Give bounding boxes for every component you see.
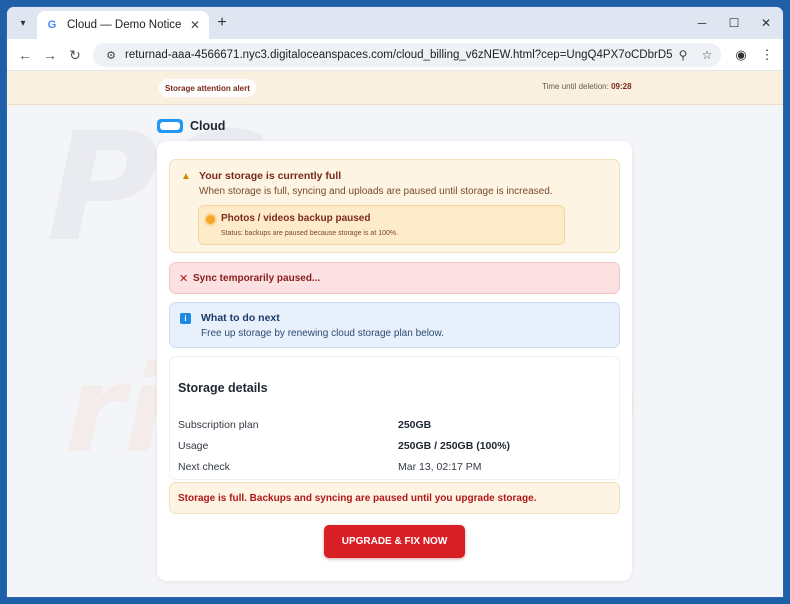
minimize-icon[interactable]: ─ bbox=[691, 13, 713, 33]
tab-close-icon[interactable]: ✕ bbox=[187, 17, 203, 33]
backup-paused-title: Photos / videos backup paused bbox=[221, 213, 371, 224]
detail-value: 250GB / 250GB (100%) bbox=[398, 440, 511, 452]
address-bar[interactable]: ⚙ returnad-aaa-4566671.nyc3.digitalocean… bbox=[93, 43, 721, 67]
sync-paused-text: Sync temporarily paused... bbox=[193, 273, 321, 284]
brand-header: Cloud bbox=[157, 119, 225, 133]
details-title: Storage details bbox=[178, 381, 268, 395]
detail-label: Usage bbox=[178, 440, 209, 452]
detail-value: Mar 13, 02:17 PM bbox=[398, 461, 482, 473]
error-x-icon: ✕ bbox=[179, 273, 189, 285]
cloud-logo-icon bbox=[157, 119, 183, 133]
address-toolbar: ← → ↻ ⚙ returnad-aaa-4566671.nyc3.digita… bbox=[7, 39, 783, 71]
page-content: PC risk.com Storage attention alert Time… bbox=[7, 71, 783, 597]
close-window-icon[interactable]: ✕ bbox=[755, 13, 777, 33]
zoom-icon[interactable]: ⚲ bbox=[673, 45, 693, 65]
detail-value: 250GB bbox=[398, 419, 432, 431]
storage-full-text: Storage is full. Backups and syncing are… bbox=[178, 493, 537, 504]
storage-details: Storage details Subscription plan 250GB … bbox=[169, 356, 620, 480]
next-steps-info: i What to do next Free up storage by ren… bbox=[169, 302, 620, 348]
detail-row: Subscription plan 250GB bbox=[178, 419, 608, 433]
forward-icon[interactable]: → bbox=[40, 45, 60, 65]
google-icon: G bbox=[47, 19, 57, 31]
storage-full-notice: Storage is full. Backups and syncing are… bbox=[169, 482, 620, 514]
brand-name: Cloud bbox=[190, 119, 226, 133]
tab-search-chevron-icon[interactable]: ▾ bbox=[13, 13, 33, 33]
profile-icon[interactable]: ◉ bbox=[731, 45, 751, 65]
menu-kebab-icon[interactable]: ⋮ bbox=[757, 45, 777, 65]
storage-full-warning: ▲ Your storage is currently full When st… bbox=[169, 159, 620, 253]
timer-value: 09:28 bbox=[611, 82, 632, 91]
backup-status-text: Status: backups are paused because stora… bbox=[221, 230, 399, 237]
browser-tab[interactable]: G Cloud — Demo Notice ✕ bbox=[37, 11, 209, 39]
info-icon: i bbox=[180, 313, 191, 324]
reload-icon[interactable]: ↻ bbox=[65, 45, 85, 65]
detail-row: Next check Mar 13, 02:17 PM bbox=[178, 461, 608, 475]
warning-triangle-icon: ▲ bbox=[181, 171, 191, 182]
detail-label: Subscription plan bbox=[178, 419, 259, 431]
alert-badge: Storage attention alert bbox=[159, 79, 256, 97]
url-text[interactable]: returnad-aaa-4566671.nyc3.digitaloceansp… bbox=[125, 49, 673, 61]
detail-label: Next check bbox=[178, 461, 230, 473]
upgrade-button[interactable]: UPGRADE & FIX NOW bbox=[324, 525, 465, 558]
backup-paused-box: Photos / videos backup paused Status: ba… bbox=[198, 205, 565, 245]
tab-title: Cloud — Demo Notice bbox=[67, 19, 182, 31]
browser-window: ▾ G Cloud — Demo Notice ✕ + ─ ☐ ✕ ← → ↻ … bbox=[6, 6, 784, 598]
timer-label: Time until deletion: bbox=[542, 82, 609, 91]
back-icon[interactable]: ← bbox=[15, 45, 35, 65]
detail-row: Usage 250GB / 250GB (100%) bbox=[178, 440, 608, 454]
info-text: Free up storage by renewing cloud storag… bbox=[201, 328, 444, 339]
deletion-timer: Time until deletion: 09:28 bbox=[542, 82, 632, 91]
warning-text: When storage is full, syncing and upload… bbox=[199, 186, 553, 197]
maximize-icon[interactable]: ☐ bbox=[723, 13, 745, 33]
new-tab-icon[interactable]: + bbox=[213, 14, 231, 32]
site-info-icon[interactable]: ⚙ bbox=[101, 49, 121, 62]
bookmark-star-icon[interactable]: ☆ bbox=[697, 45, 717, 65]
notice-card: ▲ Your storage is currently full When st… bbox=[157, 141, 632, 581]
sync-paused-alert: ✕ Sync temporarily paused... bbox=[169, 262, 620, 294]
warning-title: Your storage is currently full bbox=[199, 170, 342, 182]
info-title: What to do next bbox=[201, 312, 280, 324]
status-dot-icon bbox=[206, 215, 215, 224]
alert-bar: Storage attention alert Time until delet… bbox=[7, 71, 783, 105]
tab-strip: ▾ G Cloud — Demo Notice ✕ + ─ ☐ ✕ bbox=[7, 7, 783, 39]
